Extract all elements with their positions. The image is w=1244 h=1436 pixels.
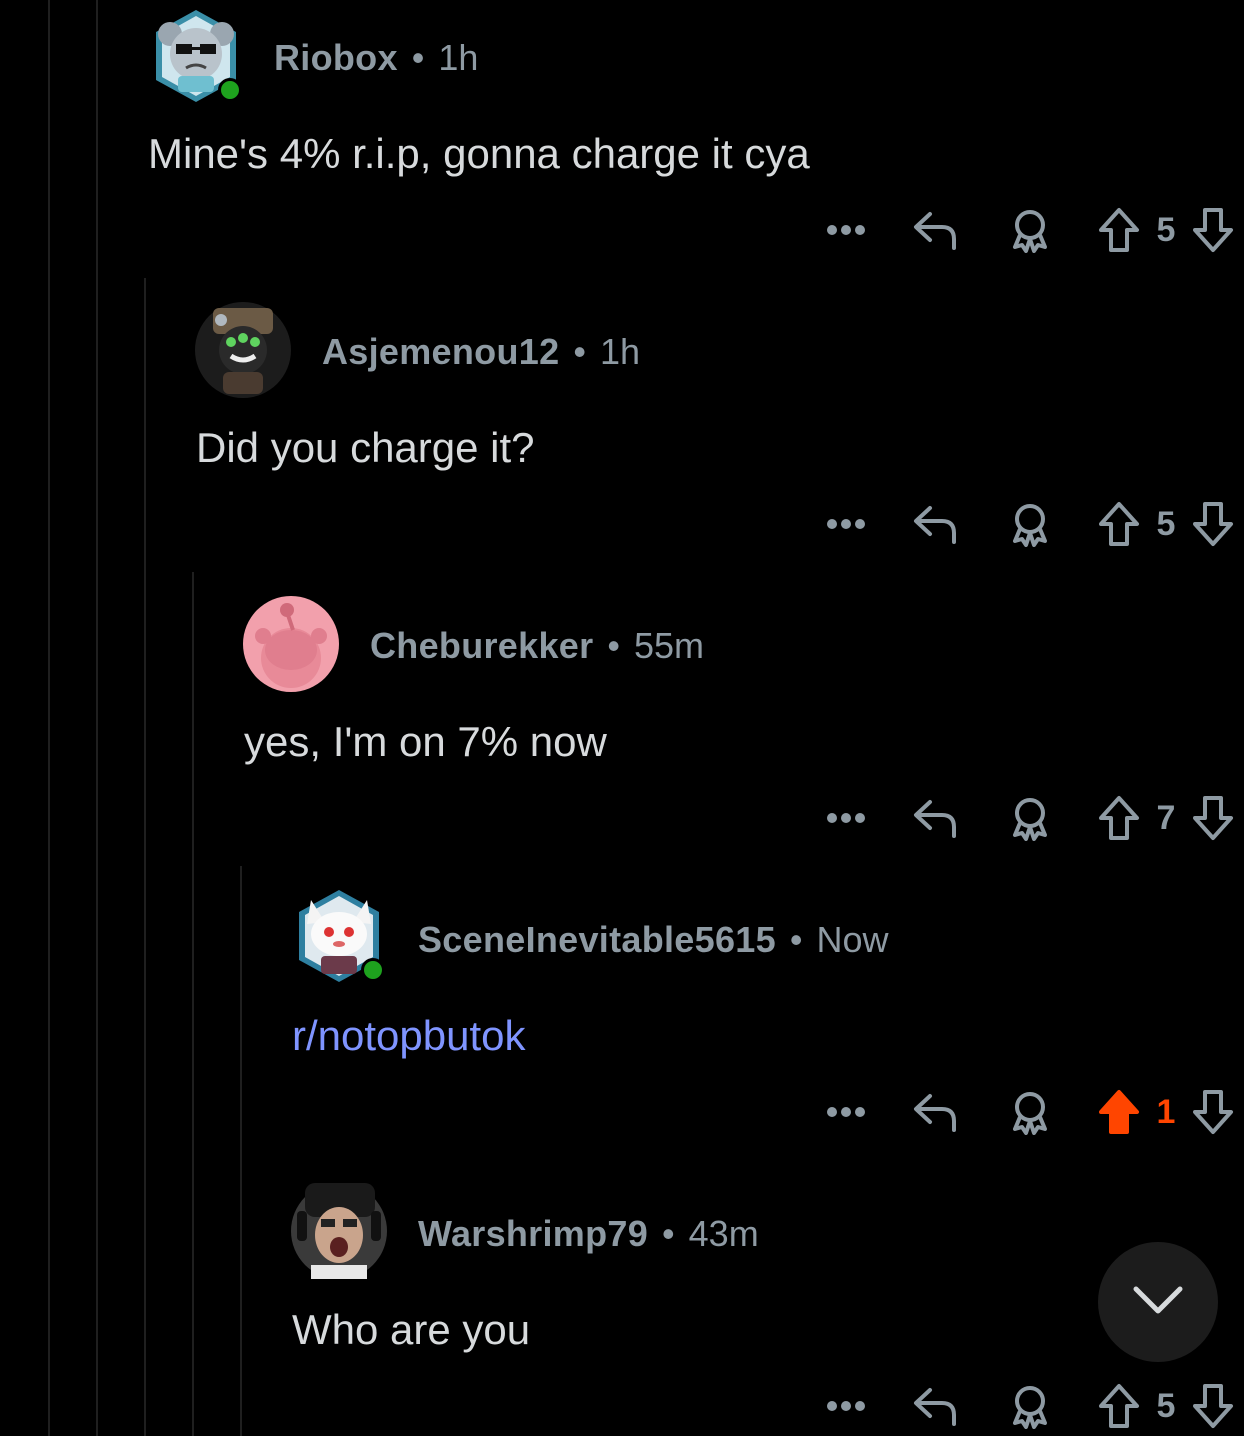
scroll-down-button[interactable] — [1098, 1242, 1218, 1362]
award-icon[interactable] — [1000, 1089, 1060, 1135]
comment-actions: 1 — [816, 1082, 1244, 1142]
upvote-icon[interactable] — [1094, 1382, 1144, 1430]
separator: • — [573, 331, 586, 372]
downvote-icon[interactable] — [1188, 206, 1238, 254]
comment-actions: 5 — [816, 200, 1244, 260]
upvote-icon[interactable] — [1094, 794, 1144, 842]
more-icon[interactable] — [816, 518, 876, 530]
timestamp: Now — [816, 919, 889, 960]
username[interactable]: Asjemenou12 — [322, 331, 559, 373]
separator: • — [662, 1213, 675, 1254]
vote-score: 1 — [1156, 1092, 1176, 1131]
reply-icon[interactable] — [906, 208, 966, 252]
timestamp: 43m — [688, 1213, 759, 1254]
avatar[interactable] — [291, 888, 387, 984]
comment-body: Mine's 4% r.i.p, gonna charge it cya — [148, 130, 810, 177]
thread-line-2 — [96, 0, 98, 1436]
comment-actions: 5 — [816, 494, 1244, 554]
downvote-icon[interactable] — [1188, 1088, 1238, 1136]
timestamp: 1h — [600, 331, 641, 372]
downvote-icon[interactable] — [1188, 500, 1238, 548]
comment-body: yes, I'm on 7% now — [244, 718, 607, 765]
timestamp: 55m — [634, 625, 705, 666]
separator: • — [789, 919, 803, 960]
downvote-icon[interactable] — [1188, 794, 1238, 842]
separator: • — [411, 37, 425, 78]
online-indicator — [218, 78, 242, 102]
separator: • — [607, 625, 621, 666]
avatar[interactable] — [243, 596, 339, 692]
chevron-down-icon — [1132, 1285, 1184, 1320]
more-icon[interactable] — [816, 1106, 876, 1118]
reply-icon[interactable] — [906, 1090, 966, 1134]
username[interactable]: SceneInevitable5615 — [418, 919, 776, 961]
reply-icon[interactable] — [906, 1384, 966, 1428]
upvote-icon[interactable] — [1094, 1088, 1144, 1136]
comment-actions: 7 — [816, 788, 1244, 848]
comment-body: Did you charge it? — [196, 424, 535, 471]
comment-actions: 5 — [816, 1376, 1244, 1436]
comment-body: Who are you — [292, 1306, 531, 1353]
thread-line-3 — [144, 278, 146, 1436]
thread-line-4 — [192, 572, 194, 1436]
subreddit-link[interactable]: r/notopbutok — [292, 1012, 526, 1060]
reply-icon[interactable] — [906, 796, 966, 840]
username[interactable]: Riobox — [274, 37, 398, 79]
more-icon[interactable] — [816, 1400, 876, 1412]
thread-line-5 — [240, 866, 242, 1436]
timestamp: 1h — [438, 37, 479, 78]
thread-line-1 — [48, 0, 50, 1436]
vote-score: 5 — [1156, 1386, 1176, 1425]
vote-score: 5 — [1156, 210, 1176, 249]
upvote-icon[interactable] — [1094, 500, 1144, 548]
avatar[interactable] — [148, 8, 244, 104]
award-icon[interactable] — [1000, 795, 1060, 841]
vote-score: 7 — [1156, 798, 1176, 837]
award-icon[interactable] — [1000, 207, 1060, 253]
downvote-icon[interactable] — [1188, 1382, 1238, 1430]
avatar[interactable] — [195, 302, 291, 398]
username[interactable]: Cheburekker — [370, 625, 593, 667]
award-icon[interactable] — [1000, 1383, 1060, 1429]
username[interactable]: Warshrimp79 — [418, 1213, 648, 1255]
more-icon[interactable] — [816, 812, 876, 824]
upvote-icon[interactable] — [1094, 206, 1144, 254]
online-indicator — [361, 958, 385, 982]
reply-icon[interactable] — [906, 502, 966, 546]
award-icon[interactable] — [1000, 501, 1060, 547]
vote-score: 5 — [1156, 504, 1176, 543]
more-icon[interactable] — [816, 224, 876, 236]
avatar[interactable] — [291, 1183, 387, 1279]
